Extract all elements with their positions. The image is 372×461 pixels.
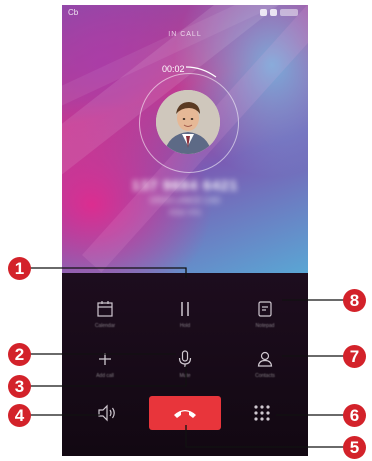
- callout-2: 2: [8, 343, 31, 366]
- callout-8: 8: [343, 289, 366, 312]
- callout-7: 7: [343, 345, 366, 368]
- callout-1: 1: [8, 257, 31, 280]
- callout-4: 4: [8, 404, 31, 427]
- callout-6: 6: [343, 404, 366, 427]
- callout-leader-lines: [30, 267, 346, 448]
- callout-5: 5: [343, 436, 366, 459]
- callout-3: 3: [8, 375, 31, 398]
